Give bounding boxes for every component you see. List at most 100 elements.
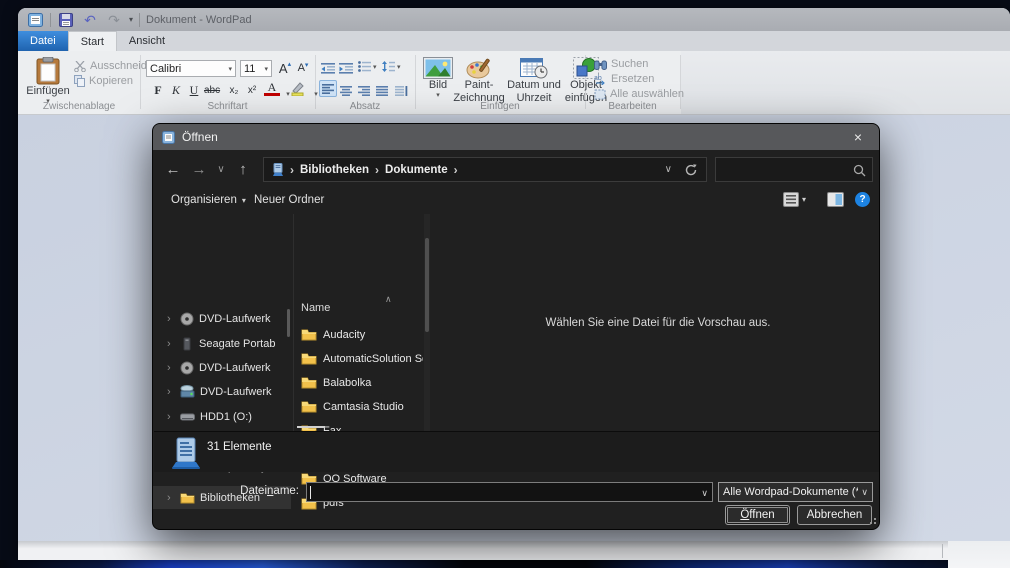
line-spacing-button[interactable]: ▾ xyxy=(382,61,401,72)
sidebar-item-dvd-3[interactable]: › DVD-Laufwerk xyxy=(153,380,291,403)
folder-name: Audacity xyxy=(323,328,366,341)
select-all-label: Alle auswählen xyxy=(610,88,684,100)
cancel-button[interactable]: Abbrechen xyxy=(797,505,872,525)
font-family-combo[interactable]: Calibri ▾ xyxy=(146,60,236,77)
align-left-button[interactable] xyxy=(319,80,337,97)
new-folder-button[interactable]: Neuer Ordner xyxy=(254,194,324,206)
shrink-font-button[interactable]: A ▾ xyxy=(295,60,311,76)
nav-forward-button[interactable]: → xyxy=(189,157,209,181)
filetype-select[interactable]: Alle Wordpad-Dokumente (*.rtf ∨ xyxy=(718,482,873,502)
open-button[interactable]: Öffnen xyxy=(725,505,790,525)
quick-access-dropdown-icon[interactable]: ▾ xyxy=(129,15,133,24)
disc-icon xyxy=(180,361,194,374)
breadcrumb-chevron-icon[interactable]: › xyxy=(454,163,458,177)
file-row-audacity[interactable]: Audacity xyxy=(301,328,365,341)
decrease-indent-button[interactable] xyxy=(321,61,335,79)
disc-icon xyxy=(180,312,194,325)
paint-drawing-button[interactable]: Paint-Zeichnung xyxy=(453,57,505,104)
underline-button[interactable]: U xyxy=(186,82,202,98)
paragraph-dialog-button[interactable] xyxy=(395,83,408,101)
paste-button[interactable]: Einfügen ▾ xyxy=(26,57,70,106)
dialog-close-icon[interactable]: × xyxy=(841,124,875,150)
sort-ascending-icon[interactable]: ∧ xyxy=(385,294,392,305)
filename-dropdown-icon[interactable]: ∨ xyxy=(701,488,708,499)
file-row-automaticsolution[interactable]: AutomaticSolution Software xyxy=(301,352,423,365)
find-button[interactable]: Suchen xyxy=(594,58,648,70)
sidebar-item-dvd-1[interactable]: › DVD-Laufwerk xyxy=(153,307,291,330)
increase-indent-button[interactable] xyxy=(339,61,353,79)
sidebar-item-dvd-2[interactable]: › DVD-Laufwerk xyxy=(153,356,291,379)
tab-datei[interactable]: Datei xyxy=(18,31,68,51)
insert-picture-button[interactable]: Bild ▾ xyxy=(420,57,456,100)
filelist-scrollbar[interactable] xyxy=(425,238,429,332)
undo-icon[interactable]: ↶ xyxy=(81,11,99,29)
align-center-button[interactable] xyxy=(340,83,352,101)
tab-start[interactable]: Start xyxy=(67,31,117,51)
breadcrumb-documents[interactable]: Dokumente xyxy=(385,164,448,176)
justify-icon xyxy=(376,86,388,96)
nav-up-button[interactable]: ↑ xyxy=(233,157,253,181)
replace-button[interactable]: ab Ersetzen xyxy=(594,73,654,85)
subscript-button[interactable]: x₂ xyxy=(226,82,242,98)
expand-chevron-icon[interactable]: › xyxy=(167,492,175,504)
select-all-button[interactable]: Alle auswählen xyxy=(594,88,684,100)
file-row-camtasia[interactable]: Camtasia Studio xyxy=(301,400,404,413)
highlight-button[interactable] xyxy=(290,82,306,101)
dialog-titlebar[interactable]: Öffnen × xyxy=(153,124,879,150)
help-icon[interactable]: ? xyxy=(855,192,870,207)
wordpad-titlebar[interactable]: ↶ ↷ ▾ Dokument - WordPad xyxy=(18,8,1010,31)
font-size-combo[interactable]: 11 ▾ xyxy=(240,60,272,77)
save-icon[interactable] xyxy=(57,11,75,29)
dialog-app-icon xyxy=(162,130,175,144)
align-right-button[interactable] xyxy=(358,83,370,101)
copy-button[interactable]: Kopieren xyxy=(74,75,133,87)
picture-caret-icon: ▾ xyxy=(436,91,440,99)
organize-button[interactable]: Organisieren ▾ xyxy=(171,194,246,206)
bullets-button[interactable]: ▾ xyxy=(358,61,377,72)
bold-button[interactable]: F xyxy=(150,82,166,98)
expand-chevron-icon[interactable]: › xyxy=(167,362,175,374)
expand-chevron-icon[interactable]: › xyxy=(167,411,175,423)
italic-button[interactable]: K xyxy=(168,82,184,98)
expand-chevron-icon[interactable]: › xyxy=(167,313,175,325)
resize-grip[interactable] xyxy=(868,518,876,526)
font-color-button[interactable]: A xyxy=(264,80,280,96)
breadcrumb-bar[interactable]: › Bibliotheken › Dokumente › ∨ xyxy=(263,157,707,182)
align-right-icon xyxy=(358,86,370,96)
strikethrough-button[interactable]: abc xyxy=(204,82,220,98)
superscript-button[interactable]: x² xyxy=(244,82,260,98)
open-dialog: Öffnen × ← → ∨ ↑ › Bibliotheken › Dokume… xyxy=(152,123,880,530)
filetype-value: Alle Wordpad-Dokumente (*.rtf xyxy=(723,486,859,498)
dialog-title: Öffnen xyxy=(182,130,218,144)
picture-label: Bild xyxy=(428,79,448,91)
breadcrumb-dropdown-icon[interactable]: ∨ xyxy=(665,164,672,175)
sidebar-scrollbar[interactable] xyxy=(287,309,290,337)
tab-ansicht[interactable]: Ansicht xyxy=(117,31,177,51)
nav-history-dropdown-icon[interactable]: ∨ xyxy=(213,157,229,181)
search-box[interactable] xyxy=(715,157,873,182)
change-view-button[interactable]: ▾ xyxy=(783,192,806,207)
sidebar-item-seagate[interactable]: › Seagate Portab xyxy=(153,332,291,355)
statusbar-zoom-area xyxy=(948,541,1010,568)
redo-icon[interactable]: ↷ xyxy=(105,11,123,29)
new-folder-label: Neuer Ordner xyxy=(254,194,325,206)
date-time-button[interactable]: Datum und Uhrzeit xyxy=(506,57,562,104)
column-header-name[interactable]: Name xyxy=(301,302,330,314)
expand-chevron-icon[interactable]: › xyxy=(167,386,175,398)
justify-button[interactable] xyxy=(376,83,388,101)
folder-name: Balabolka xyxy=(323,376,372,389)
shrink-font-label: A xyxy=(297,62,305,74)
open-button-accel: Ö xyxy=(740,509,750,521)
breadcrumb-libraries[interactable]: Bibliotheken xyxy=(300,164,369,176)
filename-input[interactable]: ∨ xyxy=(306,482,713,502)
replace-label: Ersetzen xyxy=(611,73,655,85)
preview-pane-button[interactable] xyxy=(827,192,844,212)
refresh-icon[interactable] xyxy=(684,163,698,177)
bullets-caret-icon: ▾ xyxy=(373,63,377,71)
horizontal-scrollbar[interactable] xyxy=(297,426,325,428)
grow-font-button[interactable]: A ▴ xyxy=(277,60,293,76)
file-row-balabolka[interactable]: Balabolka xyxy=(301,376,371,389)
expand-chevron-icon[interactable]: › xyxy=(167,338,175,350)
sidebar-item-hdd1[interactable]: › HDD1 (O:) xyxy=(153,405,291,428)
nav-back-button[interactable]: ← xyxy=(163,157,183,181)
